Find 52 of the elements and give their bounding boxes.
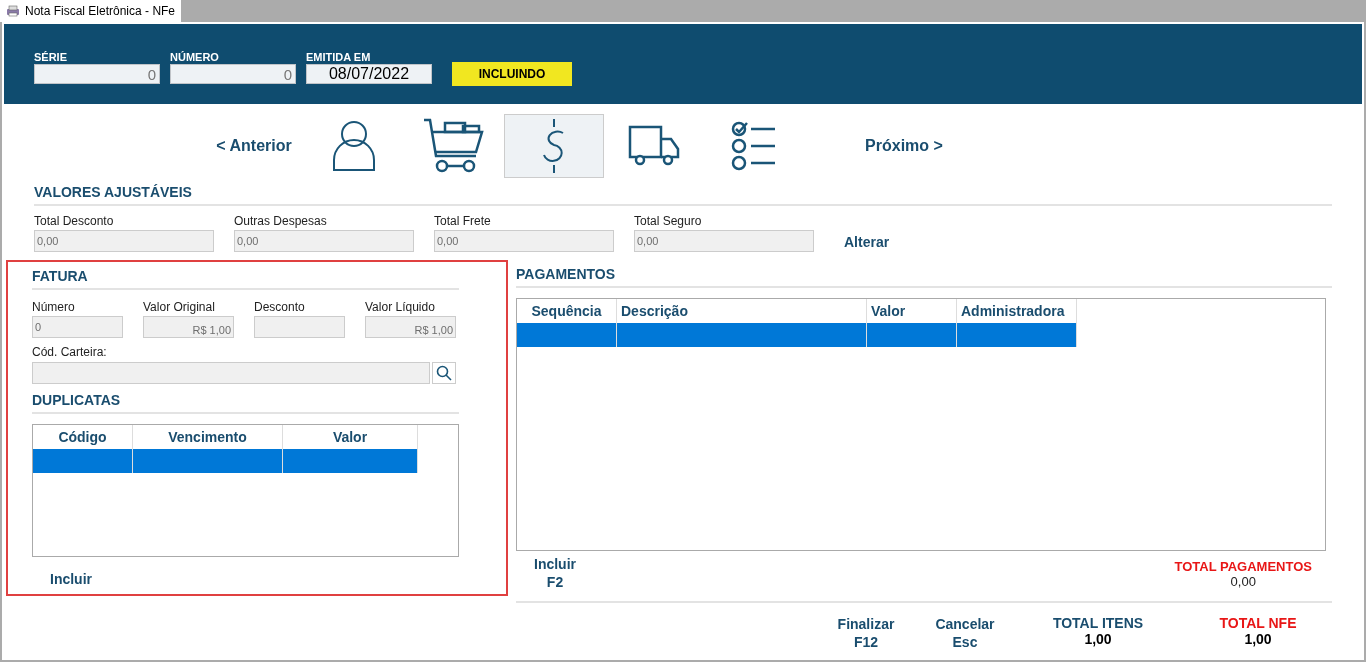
section-title: FATURA (32, 268, 459, 290)
checklist-icon (731, 121, 777, 171)
text-field[interactable]: 0,00 (634, 230, 814, 252)
field-label: NÚMERO (170, 51, 220, 63)
field-label: Total Desconto (34, 214, 115, 228)
finalize-button[interactable]: Finalizar F12 (835, 615, 897, 651)
field-label: EMITIDA EM (306, 51, 372, 63)
text-field[interactable]: R$ 1,00 (143, 316, 234, 338)
search-button[interactable] (432, 362, 456, 384)
text-field[interactable]: 0,00 (234, 230, 414, 252)
cart-icon (423, 118, 485, 174)
field-label: Cód. Carteira: (32, 345, 107, 359)
text-field[interactable] (32, 362, 431, 384)
text-field[interactable]: 0 (170, 64, 296, 84)
text-field[interactable]: R$ 1,00 (365, 316, 456, 338)
search-icon (436, 365, 453, 381)
cancel-button[interactable]: Cancelar Esc (934, 615, 996, 651)
text-field[interactable]: 08/07/2022 (306, 64, 432, 84)
window-title: Nota Fiscal Eletrônica - NFe (25, 4, 176, 18)
truck-icon (628, 125, 680, 167)
total-label: TOTAL ITENS (1052, 615, 1144, 631)
field-label: Total Seguro (634, 214, 703, 228)
section-title: PAGAMENTOS (516, 266, 1332, 288)
incluir-button[interactable]: Incluir (50, 571, 92, 587)
total-label: TOTAL PAGAMENTOS (1174, 559, 1312, 574)
section-title: DUPLICATAS (32, 392, 459, 414)
text-field[interactable]: 0,00 (34, 230, 214, 252)
text-field[interactable]: 0 (34, 64, 160, 84)
printer-icon (6, 5, 20, 17)
person-icon (331, 120, 377, 172)
field-label: Total Frete (434, 214, 492, 228)
status-badge: INCLUINDO (452, 62, 572, 86)
section-title: VALORES AJUSTÁVEIS (34, 184, 1332, 206)
text-field[interactable]: 0,00 (434, 230, 614, 252)
total-value: 0,00 (1230, 574, 1256, 589)
previous-button[interactable]: < Anterior (204, 137, 304, 155)
total-label: TOTAL NFE (1219, 615, 1297, 631)
window-tab[interactable]: Nota Fiscal Eletrônica - NFe (0, 0, 182, 22)
incluir-button[interactable]: Incluir F2 (534, 555, 576, 591)
field-label: Outras Despesas (234, 214, 328, 228)
field-label: SÉRIE (34, 51, 68, 63)
total-value: 1,00 (1084, 631, 1112, 647)
alterar-button[interactable]: Alterar (844, 234, 890, 250)
text-field[interactable] (254, 316, 345, 338)
next-button[interactable]: Próximo > (854, 137, 954, 155)
total-value: 1,00 (1244, 631, 1272, 647)
text-field[interactable]: 0 (32, 316, 123, 338)
field-label: Valor Líquido (365, 300, 436, 314)
field-label: Desconto (254, 300, 306, 314)
field-label: Número (32, 300, 76, 314)
field-label: Valor Original (143, 300, 216, 314)
step-tab[interactable] (504, 114, 604, 178)
